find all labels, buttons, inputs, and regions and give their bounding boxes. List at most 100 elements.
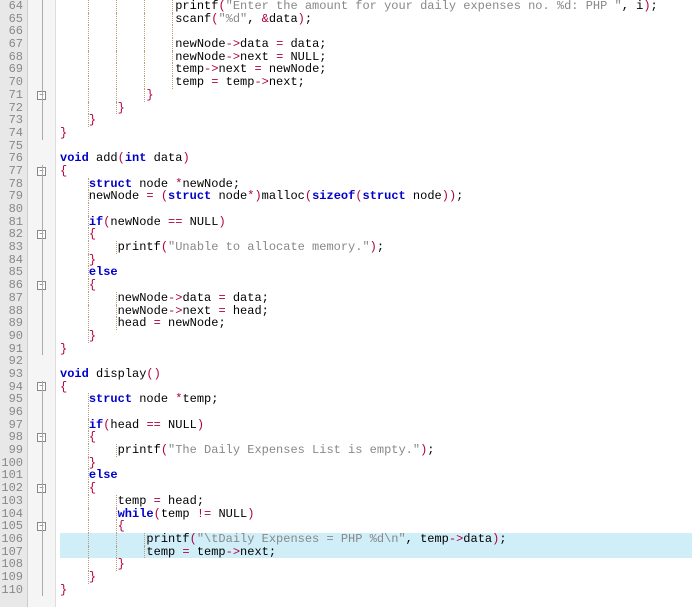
code-token: & xyxy=(262,12,269,26)
code-token: struct xyxy=(363,189,406,203)
fold-cell xyxy=(28,546,55,559)
fold-cell xyxy=(28,305,55,318)
code-token: } xyxy=(89,113,96,127)
code-token: } xyxy=(60,126,67,140)
code-token: temp; xyxy=(182,392,218,406)
code-line[interactable]: } xyxy=(60,330,692,343)
fold-cell xyxy=(28,533,55,546)
code-token: ( xyxy=(355,189,362,203)
code-token: "The Daily Expenses List is empty." xyxy=(168,443,420,457)
fold-cell: − xyxy=(28,482,55,495)
code-line[interactable]: else xyxy=(60,469,692,482)
fold-cell xyxy=(28,317,55,330)
code-line[interactable]: } xyxy=(60,343,692,356)
code-token: data xyxy=(269,12,298,26)
code-token: ; xyxy=(427,443,434,457)
code-token: } xyxy=(60,342,67,356)
code-token: scanf xyxy=(175,12,211,26)
fold-cell xyxy=(28,13,55,26)
code-token: ) xyxy=(370,240,377,254)
code-line[interactable]: scanf("%d", &data); xyxy=(60,13,692,26)
line-number: 64 xyxy=(0,0,23,13)
code-line[interactable]: printf("The Daily Expenses List is empty… xyxy=(60,444,692,457)
code-token: -> xyxy=(449,532,463,546)
code-line[interactable]: printf("Unable to allocate memory."); xyxy=(60,241,692,254)
code-line[interactable]: temp = temp->next; xyxy=(60,546,692,559)
fold-cell: − xyxy=(28,431,55,444)
fold-cell xyxy=(28,152,55,165)
code-token: sizeof xyxy=(312,189,355,203)
line-number: 77 xyxy=(0,165,23,178)
code-line[interactable]: } xyxy=(60,89,692,102)
code-line[interactable]: temp = temp->next; xyxy=(60,76,692,89)
line-number: 70 xyxy=(0,76,23,89)
line-number: 109 xyxy=(0,571,23,584)
code-line[interactable]: } xyxy=(60,584,692,597)
fold-cell xyxy=(28,63,55,76)
code-token: data xyxy=(146,151,182,165)
code-token: newNode; xyxy=(161,316,226,330)
code-token: () xyxy=(146,367,160,381)
code-line[interactable]: } xyxy=(60,102,692,115)
code-line[interactable]: } xyxy=(60,114,692,127)
fold-cell xyxy=(28,51,55,64)
code-line[interactable]: } xyxy=(60,558,692,571)
code-token: temp xyxy=(218,75,254,89)
code-line[interactable]: } xyxy=(60,571,692,584)
fold-cell xyxy=(28,76,55,89)
line-number: 74 xyxy=(0,127,23,140)
code-token: == xyxy=(168,215,182,229)
code-line[interactable]: void display() xyxy=(60,368,692,381)
line-number: 83 xyxy=(0,241,23,254)
code-token: ( xyxy=(161,443,168,457)
line-number: 105 xyxy=(0,520,23,533)
fold-cell xyxy=(28,203,55,216)
fold-cell xyxy=(28,216,55,229)
code-token: int xyxy=(125,151,147,165)
code-line[interactable]: } xyxy=(60,127,692,140)
line-number: 67 xyxy=(0,38,23,51)
code-token: temp xyxy=(161,507,197,521)
code-token: } xyxy=(118,101,125,115)
code-token: )) xyxy=(442,189,456,203)
code-token: node xyxy=(406,189,442,203)
code-line[interactable]: } xyxy=(60,254,692,267)
code-token: newNode xyxy=(110,215,168,229)
code-token: ; xyxy=(377,240,384,254)
code-area[interactable]: printf("Enter the amount for your daily … xyxy=(56,0,692,607)
line-number: 86 xyxy=(0,279,23,292)
line-number: 80 xyxy=(0,203,23,216)
code-line[interactable]: while(temp != NULL) xyxy=(60,508,692,521)
line-number-gutter: 6465666768697071727374757677787980818283… xyxy=(0,0,28,607)
code-token: } xyxy=(146,88,153,102)
fold-cell xyxy=(28,495,55,508)
code-line[interactable]: if(head == NULL) xyxy=(60,419,692,432)
fold-cell xyxy=(28,584,55,597)
code-token: next; xyxy=(240,545,276,559)
code-line[interactable]: } xyxy=(60,457,692,470)
fold-cell xyxy=(28,343,55,356)
code-line[interactable]: struct node *temp; xyxy=(60,393,692,406)
fold-cell xyxy=(28,102,55,115)
code-line[interactable]: newNode = (struct node*)malloc(sizeof(st… xyxy=(60,190,692,203)
code-token: ; xyxy=(499,532,506,546)
fold-cell: − xyxy=(28,381,55,394)
line-number: 93 xyxy=(0,368,23,381)
fold-cell xyxy=(28,469,55,482)
code-line[interactable]: if(newNode == NULL) xyxy=(60,216,692,229)
code-token: , xyxy=(247,12,261,26)
code-token: struct xyxy=(89,392,132,406)
line-number: 90 xyxy=(0,330,23,343)
code-token: "Unable to allocate memory." xyxy=(168,240,370,254)
code-line[interactable]: void add(int data) xyxy=(60,152,692,165)
fold-cell xyxy=(28,330,55,343)
fold-cell xyxy=(28,368,55,381)
code-token: NULL xyxy=(182,215,218,229)
code-token: ( xyxy=(305,189,312,203)
code-token: newNode xyxy=(60,189,146,203)
code-token: NULL xyxy=(211,507,247,521)
line-number: 73 xyxy=(0,114,23,127)
code-line[interactable]: head = newNode; xyxy=(60,317,692,330)
fold-cell xyxy=(28,254,55,267)
code-line[interactable]: else xyxy=(60,266,692,279)
